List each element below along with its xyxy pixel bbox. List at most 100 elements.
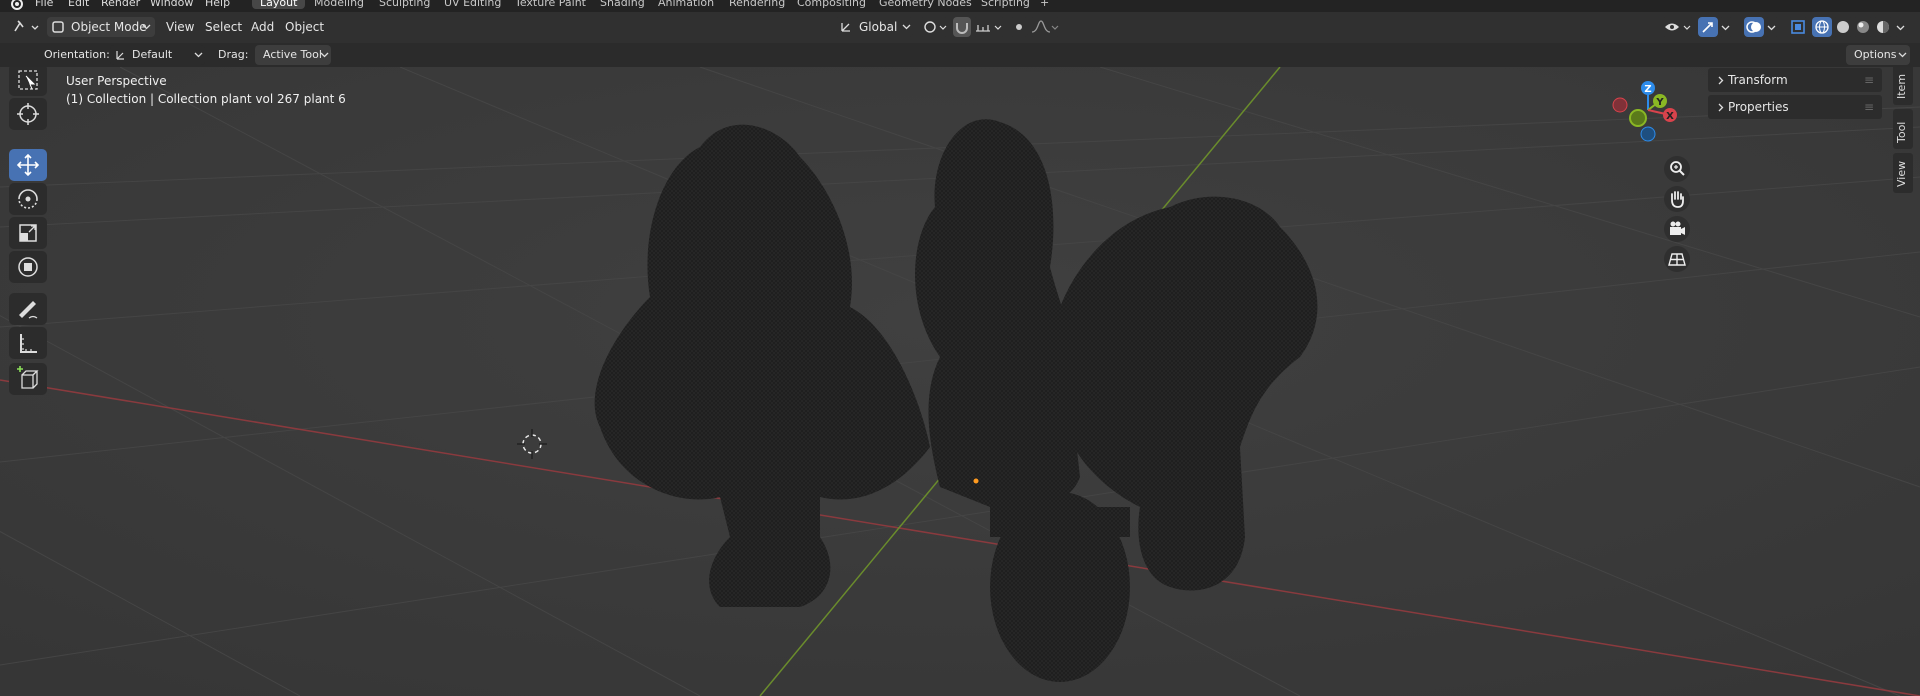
pivot-point-button[interactable] <box>920 17 948 37</box>
drag-handle-icon[interactable]: ≡ <box>1864 95 1874 119</box>
wireframe-shading-button[interactable] <box>1812 17 1832 37</box>
falloff-button[interactable] <box>1030 17 1060 37</box>
pivot-icon <box>924 21 947 33</box>
view-perspective-label: User Perspective <box>66 74 167 88</box>
perspective-toggle-button[interactable] <box>1664 246 1690 272</box>
tab-modeling[interactable]: Modeling <box>314 0 364 9</box>
proportional-edit-toggle[interactable] <box>1010 17 1028 37</box>
shading-options-dropdown[interactable] <box>1894 17 1908 37</box>
menu-edit[interactable]: Edit <box>68 0 89 9</box>
menu-select[interactable]: Select <box>205 17 242 37</box>
move-icon <box>16 153 40 177</box>
mode-dropdown[interactable]: Object Mode <box>47 17 155 37</box>
options-dropdown[interactable]: Options <box>1846 45 1910 65</box>
menu-render[interactable]: Render <box>101 0 140 9</box>
scale-tool[interactable] <box>9 217 47 249</box>
xray-toggle[interactable] <box>1788 17 1808 37</box>
annotate-tool[interactable] <box>9 293 47 325</box>
editor-type-icon <box>14 20 39 32</box>
chevron-down-icon <box>1898 52 1907 58</box>
tab-geometry-nodes[interactable]: Geometry Nodes <box>879 0 972 9</box>
tab-sculpting[interactable]: Sculpting <box>379 0 430 9</box>
add-workspace-button[interactable]: + <box>1040 0 1049 9</box>
falloff-curve-icon <box>1031 20 1059 33</box>
orientation-axes-icon <box>116 51 124 60</box>
measure-tool[interactable] <box>9 327 47 359</box>
cursor-tool[interactable] <box>9 98 47 130</box>
tab-animation[interactable]: Animation <box>658 0 714 9</box>
chevron-right-icon <box>1718 76 1724 85</box>
snap-toggle[interactable] <box>953 17 971 37</box>
tab-layout[interactable]: Layout <box>252 0 306 9</box>
orientation-field-label: Orientation: <box>44 48 110 61</box>
chevron-down-icon <box>320 52 329 58</box>
add-cube-tool[interactable] <box>9 363 47 395</box>
transform-orientation-dropdown[interactable]: Global <box>835 17 913 37</box>
gizmo-z-label: Z <box>1644 84 1651 95</box>
add-cube-icon <box>17 366 39 389</box>
solid-sphere-icon <box>1837 21 1849 33</box>
menu-window[interactable]: Window <box>150 0 193 9</box>
tab-texture-paint[interactable]: Texture Paint <box>515 0 586 9</box>
tab-compositing[interactable]: Compositing <box>797 0 866 9</box>
tab-rendering[interactable]: Rendering <box>729 0 785 9</box>
rendered-sphere-icon <box>1877 21 1889 33</box>
scale-icon <box>19 224 37 242</box>
viewport-scene[interactable] <box>0 67 1920 696</box>
orientation-dropdown[interactable]: Default <box>110 45 205 65</box>
menu-object[interactable]: Object <box>285 17 324 37</box>
menu-help[interactable]: Help <box>205 0 230 9</box>
rotate-icon <box>18 189 38 209</box>
sidebar-tab-tool-label: Tool <box>1895 121 1908 143</box>
tab-shading[interactable]: Shading <box>600 0 645 9</box>
chevron-down-icon <box>194 52 203 58</box>
3d-viewport[interactable]: User Perspective (1) Collection | Collec… <box>0 67 1920 696</box>
tab-scripting[interactable]: Scripting <box>981 0 1030 9</box>
snap-target-button[interactable] <box>973 17 1005 37</box>
transform-panel-header[interactable]: Transform ≡ <box>1708 68 1882 92</box>
sidebar-tab-tool[interactable]: Tool <box>1893 109 1913 149</box>
tool-settings-bar: Orientation: Default Drag: Active Tool O… <box>0 43 1920 67</box>
transform-panel-label: Transform <box>1728 73 1788 87</box>
sidebar-tab-item[interactable]: Item <box>1893 67 1913 105</box>
zoom-button[interactable] <box>1664 156 1690 182</box>
eye-icon <box>1665 23 1691 31</box>
chevron-down-icon <box>142 24 151 30</box>
drag-handle-icon[interactable]: ≡ <box>1864 68 1874 92</box>
menu-add[interactable]: Add <box>251 17 274 37</box>
chevron-right-icon <box>1718 103 1724 112</box>
editor-type-button[interactable] <box>10 17 40 37</box>
pan-button[interactable] <box>1664 186 1690 212</box>
gizmo-options-dropdown[interactable] <box>1719 17 1733 37</box>
overlays-options-dropdown[interactable] <box>1765 17 1779 37</box>
proportional-edit-icon <box>1016 24 1022 30</box>
navigation-gizmo[interactable]: Z Y X <box>1605 75 1685 155</box>
material-preview-button[interactable] <box>1853 17 1873 37</box>
top-bar: File Edit Render Window Help Layout Mode… <box>0 0 1920 12</box>
overlays-toggle[interactable] <box>1744 17 1764 37</box>
rotate-tool[interactable] <box>9 183 47 215</box>
chevron-down-icon <box>1767 25 1776 31</box>
menu-view[interactable]: View <box>166 17 194 37</box>
sidebar-tab-view-label: View <box>1895 160 1908 187</box>
visibility-button[interactable] <box>1662 17 1694 37</box>
tab-uv-editing[interactable]: UV Editing <box>444 0 501 9</box>
gizmo-y-label: Y <box>1655 97 1664 108</box>
transform-tool[interactable] <box>9 251 47 283</box>
gizmo-toggle[interactable] <box>1698 17 1718 37</box>
grid-perspective-icon <box>1668 253 1686 266</box>
properties-panel-header[interactable]: Properties ≡ <box>1708 95 1882 119</box>
chevron-down-icon <box>1896 25 1905 31</box>
menu-file[interactable]: File <box>35 0 53 9</box>
solid-shading-button[interactable] <box>1833 17 1853 37</box>
camera-view-button[interactable] <box>1664 216 1690 242</box>
magnet-icon <box>956 23 968 34</box>
blender-logo-icon[interactable] <box>8 0 24 10</box>
drag-dropdown[interactable]: Active Tool <box>255 45 331 65</box>
orientation-value: Default <box>132 48 173 61</box>
move-tool[interactable] <box>9 149 47 181</box>
select-box-tool[interactable] <box>9 67 47 96</box>
camera-icon <box>1670 221 1685 235</box>
rendered-shading-button[interactable] <box>1873 17 1893 37</box>
sidebar-tab-view[interactable]: View <box>1893 153 1913 193</box>
